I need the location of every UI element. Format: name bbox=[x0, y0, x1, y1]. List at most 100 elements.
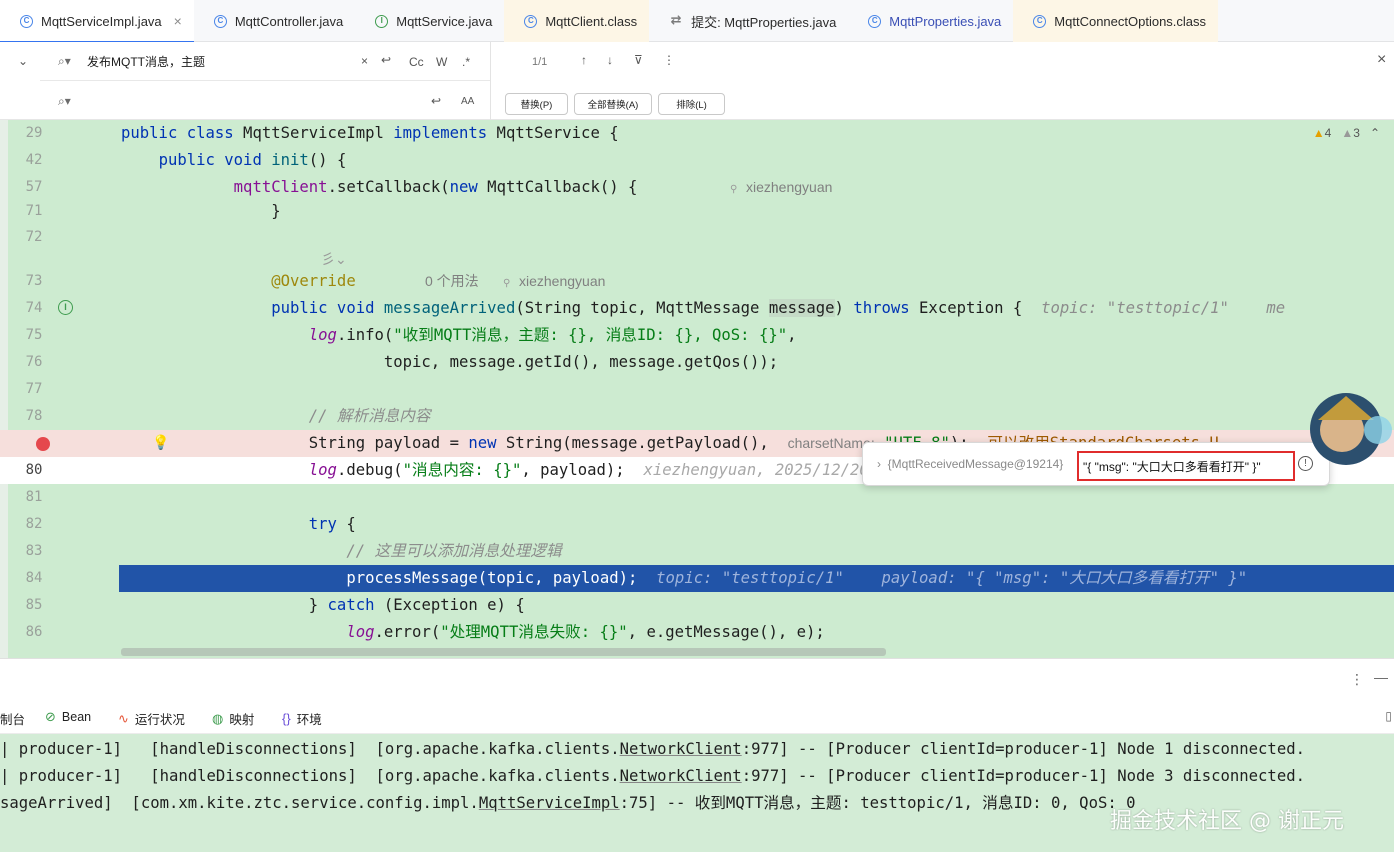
code-line[interactable]: 74 I public void messageArrived(String t… bbox=[0, 295, 1394, 322]
mapping-icon: ◍ bbox=[212, 710, 224, 726]
more-options-icon[interactable]: ⋮ bbox=[1350, 671, 1364, 688]
tab-mqttcontroller[interactable]: C MqttController.java bbox=[194, 0, 355, 42]
payload-value[interactable]: "{ "msg": "大口大口多看看打开" }" bbox=[1077, 451, 1295, 481]
code-text: @Override bbox=[271, 272, 356, 290]
implements-method-icon[interactable]: I bbox=[58, 300, 73, 315]
code-line[interactable]: 71 } bbox=[0, 198, 1394, 225]
code-line[interactable]: 78 // 解析消息内容 bbox=[0, 403, 1394, 430]
replace-button[interactable]: 替换(P) bbox=[505, 93, 568, 115]
line-number: 73 bbox=[25, 273, 43, 289]
usages-hint[interactable]: 0 个用法 bbox=[425, 268, 479, 295]
watermark: 掘金技术社区 @ 谢正元 bbox=[1110, 809, 1344, 834]
code-text: } bbox=[121, 202, 281, 220]
code-line[interactable]: 82 try { bbox=[0, 511, 1394, 538]
tab-environment[interactable]: {} 环境 bbox=[282, 709, 322, 728]
code-line[interactable]: 73 @Override 0 个用法 ⚲ xiezhengyuan bbox=[0, 268, 1394, 295]
tab-label: MqttProperties.java bbox=[889, 13, 1002, 29]
class-link[interactable]: NetworkClient bbox=[620, 740, 742, 758]
object-node[interactable]: › {MqttReceivedMessage@19214} bbox=[877, 457, 1063, 471]
diff-icon: ⇄ bbox=[670, 11, 682, 27]
tool-window-tabs: 制台 ⊘ Bean ∿ 运行状况 ◍ 映射 {} 环境 ▯ bbox=[0, 700, 1394, 737]
tab-label: MqttConnectOptions.class bbox=[1054, 13, 1207, 29]
health-icon: ∿ bbox=[118, 710, 129, 726]
newline-icon[interactable]: ↩ bbox=[431, 94, 441, 108]
tab-health[interactable]: ∿ 运行状况 bbox=[118, 709, 185, 728]
newline-icon[interactable]: ↩ bbox=[381, 53, 391, 67]
code-text: public class MqttServiceImpl implements … bbox=[121, 124, 619, 142]
code-line[interactable]: 75 log.info("收到MQTT消息，主题: {}, 消息ID: {}, … bbox=[0, 322, 1394, 349]
code-text: // 解析消息内容 bbox=[308, 407, 431, 425]
tab-mqttserviceimpl[interactable]: C MqttServiceImpl.java × bbox=[0, 0, 194, 43]
line-number: 82 bbox=[25, 516, 43, 532]
code-editor[interactable]: ▲4 ▲3 ⌃ 29 public class MqttServiceImpl … bbox=[0, 120, 1394, 658]
horizontal-scrollbar[interactable] bbox=[121, 648, 886, 656]
replace-all-button[interactable]: 全部替换(A) bbox=[574, 93, 652, 115]
breakpoint-icon[interactable] bbox=[36, 437, 50, 451]
class-icon: C bbox=[524, 14, 538, 28]
console-line: | producer-1] [handleDisconnections] [or… bbox=[0, 740, 1305, 758]
person-icon: ⚲ bbox=[503, 278, 511, 289]
class-icon: C bbox=[213, 14, 227, 28]
layout-icon[interactable]: ▯ bbox=[1385, 709, 1392, 723]
search-icon[interactable]: ⌕▾ bbox=[58, 54, 71, 69]
code-text: log.info("收到MQTT消息，主题: {}, 消息ID: {}, QoS… bbox=[308, 326, 797, 344]
code-line[interactable]: 83 // 这里可以添加消息处理逻辑 bbox=[0, 538, 1394, 565]
class-icon: C bbox=[868, 14, 882, 28]
debug-value-popup[interactable]: › {MqttReceivedMessage@19214} "{ "msg": … bbox=[862, 442, 1330, 486]
code-line[interactable]: 29 public class MqttServiceImpl implemen… bbox=[0, 120, 1394, 147]
chevron-right-icon[interactable]: › bbox=[877, 457, 881, 471]
exclude-button[interactable]: 排除(L) bbox=[658, 93, 725, 115]
code-line[interactable]: 76 topic, message.getId(), message.getQo… bbox=[0, 349, 1394, 376]
next-occurrence-icon[interactable]: ↓ bbox=[607, 53, 613, 67]
tab-label: MqttServiceImpl.java bbox=[41, 13, 162, 29]
tab-mappings[interactable]: ◍ 映射 bbox=[212, 709, 254, 728]
code-text: log.error("处理MQTT消息失败: {}", e.getMessage… bbox=[346, 623, 825, 641]
line-number: 74 bbox=[25, 300, 43, 316]
line-number: 81 bbox=[25, 489, 43, 505]
execution-point-line[interactable]: processMessage(topic, payload); topic: "… bbox=[119, 565, 1394, 592]
preserve-case-toggle[interactable]: AA bbox=[461, 96, 474, 107]
tab-label: 制台 bbox=[0, 713, 26, 727]
previous-occurrence-icon[interactable]: ↑ bbox=[581, 53, 587, 67]
code-text: processMessage(topic, payload); topic: "… bbox=[346, 569, 1248, 587]
tab-mqttclient[interactable]: C MqttClient.class bbox=[504, 0, 650, 42]
tab-mqttconnectoptions[interactable]: C MqttConnectOptions.class bbox=[1013, 0, 1219, 42]
code-line[interactable]: 86 log.error("处理MQTT消息失败: {}", e.getMess… bbox=[0, 619, 1394, 646]
tab-commit-mqttproperties[interactable]: ⇄ 提交: MqttProperties.java bbox=[649, 0, 848, 42]
clear-icon[interactable]: × bbox=[361, 54, 368, 68]
code-line[interactable]: 81 bbox=[0, 484, 1394, 511]
regex-toggle[interactable]: .* bbox=[462, 55, 470, 69]
code-text: mqttClient.setCallback(new MqttCallback(… bbox=[233, 178, 638, 196]
chevron-down-icon[interactable]: ⌄ bbox=[18, 54, 28, 68]
replace-search-icon[interactable]: ⌕▾ bbox=[58, 94, 71, 109]
minimize-icon[interactable]: — bbox=[1374, 669, 1388, 685]
class-link[interactable]: MqttServiceImpl bbox=[479, 794, 620, 812]
search-input[interactable]: 发布MQTT消息，主题 bbox=[87, 53, 205, 70]
close-icon[interactable]: × bbox=[174, 13, 182, 29]
code-line[interactable]: 72 bbox=[0, 224, 1394, 251]
code-line[interactable]: 57 mqttClient.setCallback(new MqttCallba… bbox=[0, 174, 1394, 201]
more-options-icon[interactable]: ⋮ bbox=[663, 53, 675, 67]
environment-icon: {} bbox=[282, 711, 291, 726]
author-hint[interactable]: ⚲ xiezhengyuan bbox=[730, 174, 832, 201]
code-line[interactable]: 42 public void init() { bbox=[0, 147, 1394, 174]
tab-mqttproperties[interactable]: C MqttProperties.java bbox=[848, 0, 1013, 42]
line-number: 83 bbox=[25, 543, 43, 559]
tab-label: 运行状况 bbox=[134, 713, 185, 727]
code-line[interactable]: 85 } catch (Exception e) { bbox=[0, 592, 1394, 619]
tab-label: MqttController.java bbox=[234, 13, 344, 29]
code-line[interactable]: 77 bbox=[0, 376, 1394, 403]
filter-icon[interactable]: ⊽ bbox=[634, 53, 643, 67]
console-line: | producer-1] [handleDisconnections] [or… bbox=[0, 767, 1305, 785]
avatar bbox=[1310, 393, 1392, 465]
whole-words-toggle[interactable]: W bbox=[436, 55, 447, 69]
match-case-toggle[interactable]: Cc bbox=[409, 55, 424, 69]
line-number: 29 bbox=[25, 125, 43, 141]
tab-bean[interactable]: ⊘ Bean bbox=[45, 709, 91, 725]
tab-console[interactable]: 制台 bbox=[0, 709, 26, 737]
tab-mqttservice[interactable]: I MqttService.java bbox=[355, 0, 504, 42]
class-link[interactable]: NetworkClient bbox=[620, 767, 742, 785]
author-hint[interactable]: ⚲ xiezhengyuan bbox=[503, 268, 605, 295]
close-icon[interactable]: × bbox=[1377, 51, 1386, 69]
code-text: // 这里可以添加消息处理逻辑 bbox=[346, 542, 562, 560]
